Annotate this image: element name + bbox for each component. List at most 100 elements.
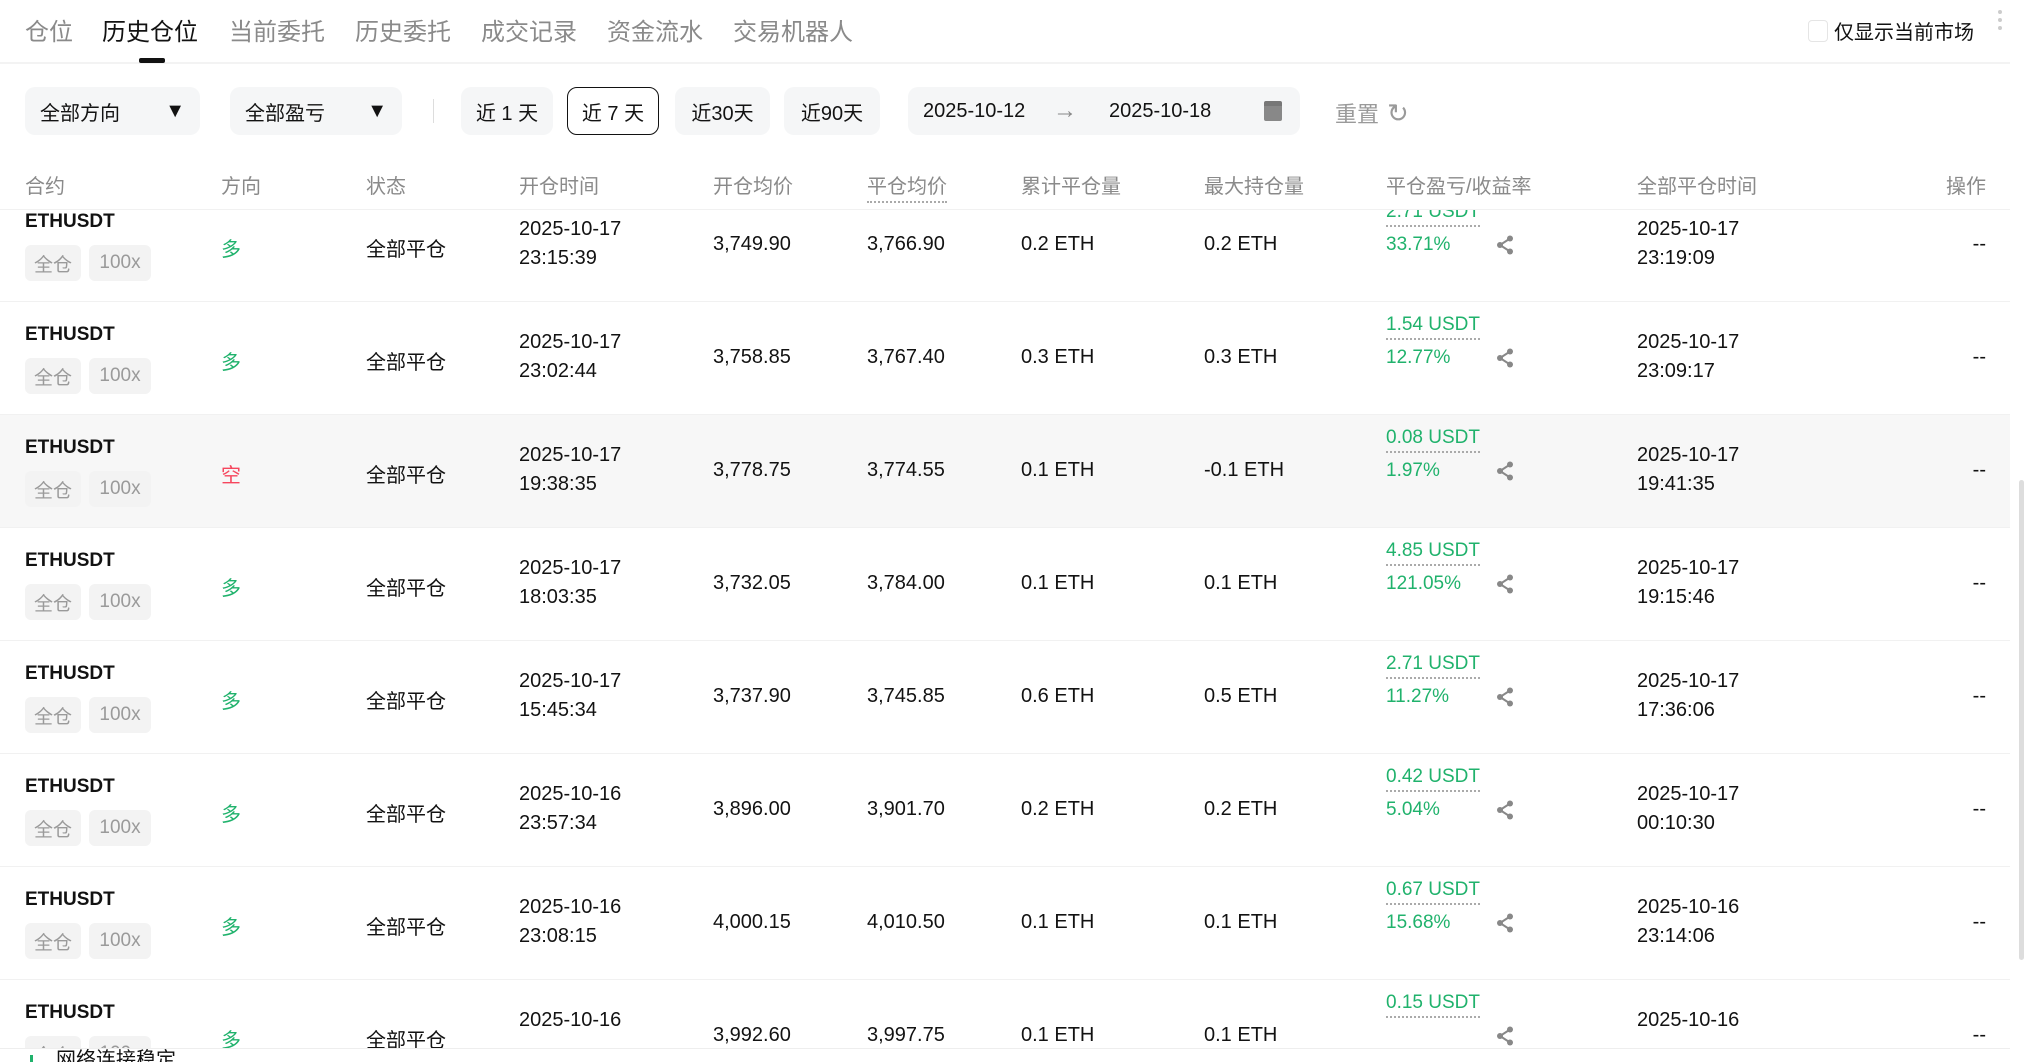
date-to[interactable]: 2025-10-18 (1109, 100, 1264, 123)
max-qty: 0.2 ETH (1204, 798, 1278, 820)
close-time: 2025-10-16 23:14:06 (1637, 893, 1739, 951)
open-time: 2025-10-17 23:02:44 (519, 328, 621, 386)
open-time: 2025-10-17 23:15:39 (519, 215, 621, 273)
close-date: 2025-10-17 (1637, 670, 1740, 692)
share-icon[interactable] (1496, 800, 1514, 825)
contract-symbol[interactable]: ETHUSDT (25, 211, 115, 233)
tab-order-history[interactable]: 历史委托 (355, 12, 451, 47)
contract-symbol[interactable]: ETHUSDT (25, 1002, 115, 1024)
share-icon[interactable] (1496, 461, 1514, 486)
range-30d-button[interactable]: 近30天 (675, 87, 770, 135)
open-avg-price: 3,778.75 (713, 459, 791, 481)
share-icon[interactable] (1496, 1026, 1514, 1048)
col-close-avg[interactable]: 平仓均价 (867, 170, 947, 203)
close-time: 2025-10-17 00:10:30 (1637, 780, 1739, 838)
filter-bar: 全部方向 ▼ 全部盈亏 ▼ 近 1 天 近 7 天 近30天 近90天 2025-1… (0, 87, 2010, 135)
tab-positions[interactable]: 仓位 (25, 12, 73, 47)
roi-value: 1.97% (1386, 460, 1440, 481)
contract-symbol[interactable]: ETHUSDT (25, 550, 115, 572)
pnl-value[interactable]: 0.42 USDT (1386, 766, 1480, 792)
close-avg-price: 3,745.85 (867, 685, 945, 707)
share-icon[interactable] (1496, 687, 1514, 712)
only-current-market-toggle[interactable]: 仅显示当前市场 (1808, 16, 1974, 45)
tab-position-history[interactable]: 历史仓位 (102, 12, 198, 47)
leverage-tag: 100x (89, 584, 151, 620)
open-date: 2025-10-17 (519, 444, 622, 466)
pnl-value[interactable]: 1.54 USDT (1386, 314, 1480, 340)
close-clock: 19:15:46 (1637, 586, 1715, 608)
scrollbar[interactable] (2019, 480, 2024, 960)
open-avg-price: 4,000.15 (713, 911, 791, 933)
open-clock: 19:38:35 (519, 473, 597, 495)
close-avg-price: 3,997.75 (867, 1024, 945, 1046)
range-7d-button[interactable]: 近 7 天 (567, 87, 659, 135)
open-clock: 23:15:39 (519, 247, 597, 269)
status-label: 全部平仓 (366, 1030, 446, 1048)
tab-transactions[interactable]: 资金流水 (607, 12, 703, 47)
side-label: 多 (221, 352, 241, 374)
pnl-select[interactable]: 全部盈亏 ▼ (230, 87, 402, 135)
status-label: 全部平仓 (366, 578, 446, 600)
close-clock: 19:41:35 (1637, 473, 1715, 495)
max-qty: -0.1 ETH (1204, 459, 1285, 481)
date-range-picker[interactable]: 2025-10-12 → 2025-10-18 (908, 87, 1300, 135)
table-row[interactable]: ETHUSDT 全仓 100x 多 全部平仓 2025-10-17 23:15:39 3,74… (0, 210, 2010, 302)
table-row[interactable]: ETHUSDT 全仓 100x 多 全部平仓 2025-10-17 18:03:35 3,73… (0, 528, 2010, 641)
open-avg-price: 3,992.60 (713, 1024, 791, 1046)
contract-symbol[interactable]: ETHUSDT (25, 889, 115, 911)
range-90d-button[interactable]: 近90天 (784, 87, 880, 135)
margin-mode-tag: 全仓 (25, 923, 81, 959)
leverage-tag: 100x (89, 697, 151, 733)
table-row[interactable]: ETHUSDT 全仓 100x 多 全部平仓 2025-10-16 23:57:34 3,89… (0, 754, 2010, 867)
table-row[interactable]: ETHUSDT 全仓 100x 空 全部平仓 2025-10-17 19:38:35 3,77… (0, 415, 2010, 528)
col-open-time: 开仓时间 (519, 176, 599, 198)
pnl-value[interactable]: 2.71 USDT (1386, 653, 1480, 679)
direction-select[interactable]: 全部方向 ▼ (25, 87, 200, 135)
tab-open-orders[interactable]: 当前委托 (229, 12, 325, 47)
contract-symbol[interactable]: ETHUSDT (25, 324, 115, 346)
table-row[interactable]: ETHUSDT 全仓 100x 多 全部平仓 2025-10-16 3,992.60 3,99… (0, 980, 2010, 1048)
closed-qty: 0.1 ETH (1021, 459, 1095, 481)
open-clock: 23:08:15 (519, 925, 597, 947)
more-icon[interactable] (1998, 10, 2006, 30)
pnl-value[interactable]: 2.71 USDT (1386, 210, 1480, 227)
pnl-value: 全部盈亏 (245, 102, 325, 125)
tab-trade-history[interactable]: 成交记录 (481, 12, 577, 47)
open-time: 2025-10-16 23:08:15 (519, 893, 621, 951)
contract-symbol[interactable]: ETHUSDT (25, 776, 115, 798)
pnl-value[interactable]: 0.08 USDT (1386, 427, 1480, 453)
checkbox[interactable] (1808, 19, 1828, 42)
close-clock: 23:14:06 (1637, 925, 1715, 947)
table-row[interactable]: ETHUSDT 全仓 100x 多 全部平仓 2025-10-16 23:08:15 4,00… (0, 867, 2010, 980)
date-from[interactable]: 2025-10-12 (923, 100, 1053, 123)
close-avg-price: 3,774.55 (867, 459, 945, 481)
share-icon[interactable] (1496, 574, 1514, 599)
share-icon[interactable] (1496, 913, 1514, 938)
open-date: 2025-10-16 (519, 1009, 622, 1031)
open-clock: 18:03:35 (519, 586, 597, 608)
margin-mode-tag: 全仓 (25, 245, 81, 281)
closed-qty: 0.2 ETH (1021, 798, 1095, 820)
pnl-value[interactable]: 0.67 USDT (1386, 879, 1480, 905)
calendar-icon[interactable] (1264, 101, 1282, 121)
margin-mode-tag: 全仓 (25, 471, 81, 507)
only-current-market-label: 仅显示当前市场 (1834, 22, 1974, 44)
table-row[interactable]: ETHUSDT 全仓 100x 多 全部平仓 2025-10-17 23:02:44 3,75… (0, 302, 2010, 415)
share-icon[interactable] (1496, 235, 1514, 260)
side-label: 空 (221, 465, 241, 487)
range-1d-button[interactable]: 近 1 天 (461, 87, 553, 135)
pnl-value[interactable]: 0.15 USDT (1386, 992, 1480, 1018)
table-row[interactable]: ETHUSDT 全仓 100x 多 全部平仓 2025-10-17 15:45:34 3,73… (0, 641, 2010, 754)
col-pnl[interactable]: 平仓盈亏/收益率 (1386, 170, 1532, 199)
reset-label: 重置 (1335, 102, 1380, 127)
close-date: 2025-10-17 (1637, 557, 1740, 579)
close-time: 2025-10-17 23:09:17 (1637, 328, 1739, 386)
contract-symbol[interactable]: ETHUSDT (25, 663, 115, 685)
open-time: 2025-10-17 18:03:35 (519, 554, 621, 612)
pnl-value[interactable]: 4.85 USDT (1386, 540, 1480, 566)
reset-button[interactable]: 重置 ↻ (1335, 97, 1409, 129)
contract-symbol[interactable]: ETHUSDT (25, 437, 115, 459)
tab-trading-bots[interactable]: 交易机器人 (733, 12, 853, 47)
max-qty: 0.5 ETH (1204, 685, 1278, 707)
share-icon[interactable] (1496, 348, 1514, 373)
